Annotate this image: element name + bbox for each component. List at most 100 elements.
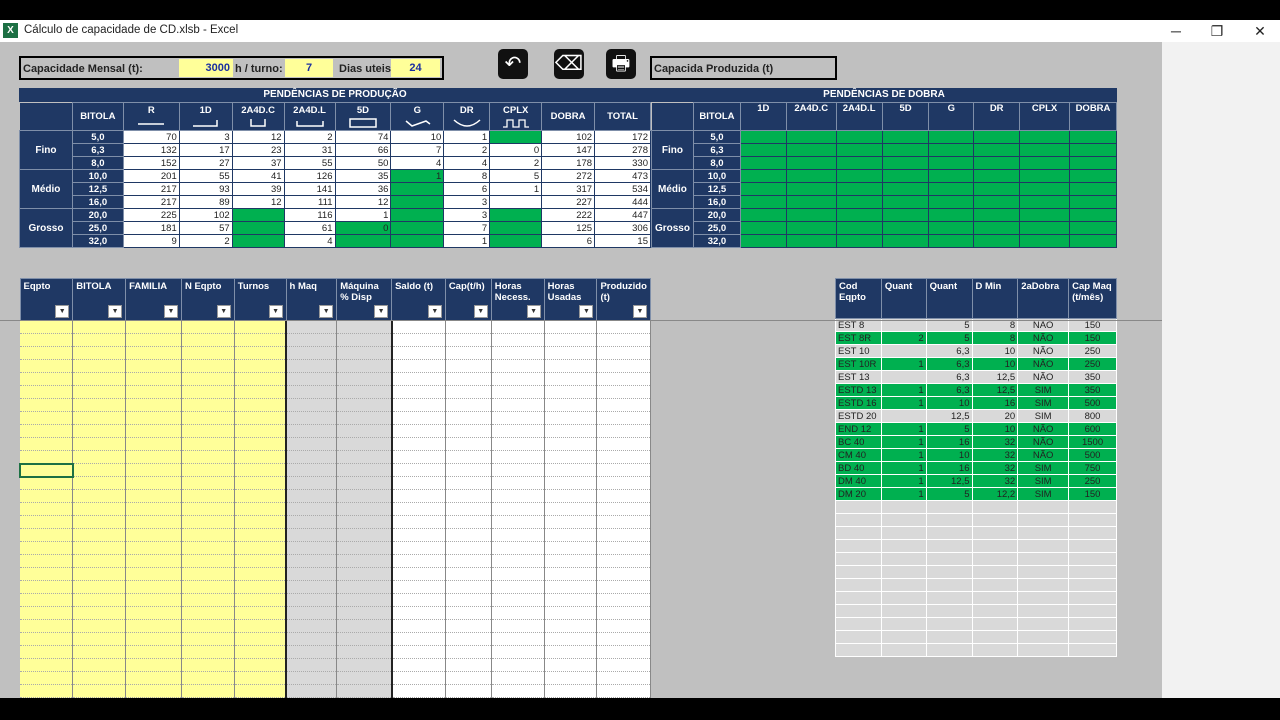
input-cell[interactable] — [445, 450, 492, 464]
input-cell[interactable] — [181, 515, 235, 529]
input-cell[interactable] — [336, 463, 393, 477]
input-cell[interactable] — [596, 528, 651, 542]
input-cell[interactable] — [20, 359, 74, 373]
input-cell[interactable] — [596, 580, 651, 594]
input-cell[interactable] — [391, 385, 446, 399]
input-cell[interactable] — [544, 489, 598, 503]
input-cell[interactable] — [391, 346, 446, 360]
input-cell[interactable] — [391, 320, 446, 334]
input-cell[interactable] — [181, 528, 235, 542]
input-cell[interactable] — [445, 593, 492, 607]
input-cell[interactable] — [445, 463, 492, 477]
input-cell[interactable] — [445, 671, 492, 685]
input-cell[interactable] — [181, 697, 235, 698]
input-cell[interactable] — [336, 606, 393, 620]
filter-dropdown-icon[interactable]: ▼ — [216, 305, 231, 318]
input-cell[interactable] — [491, 437, 545, 451]
input-cell[interactable] — [336, 580, 393, 594]
input-cell[interactable] — [234, 359, 288, 373]
input-cell[interactable] — [445, 528, 492, 542]
input-cell[interactable] — [72, 697, 127, 698]
input-cell[interactable] — [20, 515, 74, 529]
input-cell[interactable] — [20, 671, 74, 685]
input-cell[interactable] — [445, 632, 492, 646]
input-cell[interactable] — [491, 398, 545, 412]
input-cell[interactable] — [19, 462, 74, 478]
input-cell[interactable] — [596, 437, 651, 451]
input-cell[interactable] — [544, 463, 598, 477]
input-cell[interactable] — [125, 411, 182, 425]
input-cell[interactable] — [391, 541, 446, 555]
input-cell[interactable] — [234, 398, 288, 412]
input-cell[interactable] — [125, 554, 182, 568]
input-cell[interactable] — [234, 346, 288, 360]
input-cell[interactable] — [20, 658, 74, 672]
input-cell[interactable] — [491, 541, 545, 555]
input-cell[interactable] — [181, 398, 235, 412]
input-cell[interactable] — [234, 671, 288, 685]
input-cell[interactable] — [286, 528, 338, 542]
input-cell[interactable] — [125, 567, 182, 581]
input-cell[interactable] — [286, 333, 338, 347]
input-cell[interactable] — [286, 554, 338, 568]
input-cell[interactable] — [336, 359, 393, 373]
input-cell[interactable] — [181, 463, 235, 477]
input-cell[interactable] — [234, 411, 288, 425]
input-cell[interactable] — [596, 593, 651, 607]
input-cell[interactable] — [391, 645, 446, 659]
input-cell[interactable] — [445, 658, 492, 672]
input-cell[interactable] — [234, 554, 288, 568]
input-cell[interactable] — [72, 619, 127, 633]
input-cell[interactable] — [20, 333, 74, 347]
input-cell[interactable] — [72, 502, 127, 516]
input-cell[interactable] — [181, 554, 235, 568]
input-cell[interactable] — [72, 385, 127, 399]
input-cell[interactable] — [72, 632, 127, 646]
input-cell[interactable] — [596, 645, 651, 659]
input-cell[interactable] — [544, 398, 598, 412]
input-cell[interactable] — [234, 606, 288, 620]
input-cell[interactable] — [125, 359, 182, 373]
input-cell[interactable] — [445, 619, 492, 633]
input-cell[interactable] — [445, 385, 492, 399]
input-cell[interactable] — [445, 567, 492, 581]
input-cell[interactable] — [181, 632, 235, 646]
input-cell[interactable] — [72, 684, 127, 698]
input-cell[interactable] — [125, 476, 182, 490]
input-cell[interactable] — [336, 411, 393, 425]
input-cell[interactable] — [20, 450, 74, 464]
input-cell[interactable] — [491, 567, 545, 581]
input-cell[interactable] — [336, 476, 393, 490]
input-cell[interactable] — [20, 697, 74, 698]
input-cell[interactable] — [336, 528, 393, 542]
input-cell[interactable] — [286, 567, 338, 581]
input-cell[interactable] — [544, 593, 598, 607]
input-cell[interactable] — [544, 333, 598, 347]
input-cell[interactable] — [181, 658, 235, 672]
input-cell[interactable] — [125, 502, 182, 516]
input-cell[interactable] — [544, 359, 598, 373]
input-cell[interactable] — [491, 346, 545, 360]
input-cell[interactable] — [491, 580, 545, 594]
input-cell[interactable] — [544, 411, 598, 425]
input-cell[interactable] — [596, 502, 651, 516]
input-cell[interactable] — [445, 320, 492, 334]
input-cell[interactable] — [491, 619, 545, 633]
input-cell[interactable] — [336, 333, 393, 347]
input-cell[interactable] — [596, 333, 651, 347]
input-cell[interactable] — [336, 320, 393, 334]
input-cell[interactable] — [336, 346, 393, 360]
input-cell[interactable] — [596, 697, 651, 698]
input-cell[interactable] — [125, 658, 182, 672]
input-cell[interactable] — [234, 424, 288, 438]
input-cell[interactable] — [544, 554, 598, 568]
input-cell[interactable] — [544, 606, 598, 620]
input-cell[interactable] — [20, 437, 74, 451]
input-cell[interactable] — [125, 684, 182, 698]
input-cell[interactable] — [234, 476, 288, 490]
input-cell[interactable] — [125, 632, 182, 646]
input-cell[interactable] — [72, 398, 127, 412]
input-cell[interactable] — [596, 372, 651, 386]
input-cell[interactable] — [491, 372, 545, 386]
input-cell[interactable] — [72, 411, 127, 425]
